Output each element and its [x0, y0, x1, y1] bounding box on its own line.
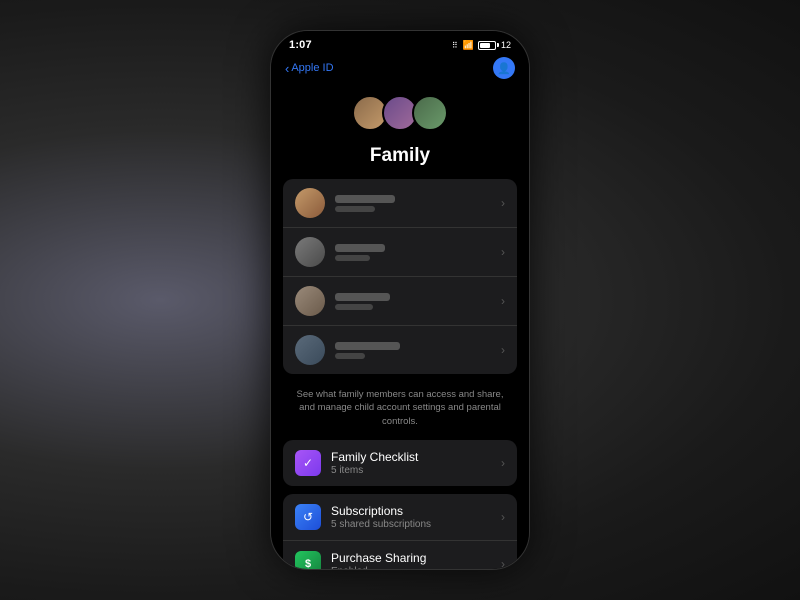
phone-frame: 1:07 ⠿ 📶 12 ‹ Apple ID 👤: [270, 30, 530, 570]
subscriptions-label: Subscriptions: [331, 504, 501, 518]
family-description: See what family members can access and s…: [271, 380, 529, 440]
member-name-1: [335, 195, 395, 203]
add-person-icon: 👤: [497, 62, 511, 75]
checklist-sublabel: 5 items: [331, 465, 501, 476]
checklist-icon-glyph: ✓: [303, 456, 313, 470]
member-row-3[interactable]: ›: [283, 277, 517, 326]
member-info-4: [335, 342, 501, 359]
back-label: Apple ID: [291, 62, 333, 74]
member-role-1: [335, 206, 375, 212]
avatar-3: [412, 95, 448, 131]
battery-level: 12: [501, 40, 511, 50]
wifi-icon: 📶: [463, 40, 474, 51]
purchase-sharing-icon-glyph: $: [305, 558, 311, 569]
chevron-icon-3: ›: [501, 294, 505, 308]
purchase-sharing-row[interactable]: $ Purchase Sharing Enabled ›: [283, 541, 517, 569]
checklist-chevron-icon: ›: [501, 456, 505, 470]
back-chevron-icon: ‹: [285, 61, 289, 76]
purchase-sharing-label: Purchase Sharing: [331, 551, 501, 565]
member-role-3: [335, 304, 373, 310]
member-row-4[interactable]: ›: [283, 326, 517, 374]
checklist-label-wrap: Family Checklist 5 items: [331, 450, 501, 476]
phone-screen: 1:07 ⠿ 📶 12 ‹ Apple ID 👤: [271, 31, 529, 569]
avatars-group: [352, 95, 448, 131]
member-avatar-1: [295, 188, 325, 218]
grid-icon: ⠿: [452, 41, 459, 50]
subscriptions-icon-glyph: ↺: [303, 510, 313, 524]
chevron-icon-1: ›: [501, 196, 505, 210]
members-section: › › ›: [283, 179, 517, 374]
member-avatar-3: [295, 286, 325, 316]
status-time: 1:07: [289, 39, 312, 51]
checklist-section: ✓ Family Checklist 5 items ›: [283, 440, 517, 486]
purchase-sharing-chevron-icon: ›: [501, 557, 505, 569]
status-icons: ⠿ 📶 12: [452, 40, 511, 51]
member-avatar-2: [295, 237, 325, 267]
battery-fill: [480, 43, 490, 48]
member-name-3: [335, 293, 390, 301]
chevron-icon-4: ›: [501, 343, 505, 357]
checklist-label: Family Checklist: [331, 450, 501, 464]
checklist-icon: ✓: [295, 450, 321, 476]
status-bar: 1:07 ⠿ 📶 12: [271, 31, 529, 53]
member-role-4: [335, 353, 365, 359]
subscriptions-label-wrap: Subscriptions 5 shared subscriptions: [331, 504, 501, 530]
back-button[interactable]: ‹ Apple ID: [285, 61, 334, 76]
page-title: Family: [271, 139, 529, 179]
chevron-icon-2: ›: [501, 245, 505, 259]
member-row[interactable]: ›: [283, 179, 517, 228]
subscriptions-chevron-icon: ›: [501, 510, 505, 524]
member-avatar-4: [295, 335, 325, 365]
subscriptions-sublabel: 5 shared subscriptions: [331, 519, 501, 530]
member-row-2[interactable]: ›: [283, 228, 517, 277]
member-role-2: [335, 255, 370, 261]
member-info-2: [335, 244, 501, 261]
nav-bar: ‹ Apple ID 👤: [271, 53, 529, 85]
purchase-sharing-label-wrap: Purchase Sharing Enabled: [331, 551, 501, 569]
family-checklist-row[interactable]: ✓ Family Checklist 5 items ›: [283, 440, 517, 486]
member-name-4: [335, 342, 400, 350]
scroll-content[interactable]: Family › ›: [271, 85, 529, 569]
member-info-3: [335, 293, 501, 310]
subscriptions-icon: ↺: [295, 504, 321, 530]
subscriptions-row[interactable]: ↺ Subscriptions 5 shared subscriptions ›: [283, 494, 517, 541]
purchase-sharing-icon: $: [295, 551, 321, 569]
member-info-1: [335, 195, 501, 212]
battery-icon: [478, 41, 496, 50]
family-avatars: [271, 85, 529, 139]
sharing-section: ↺ Subscriptions 5 shared subscriptions ›…: [283, 494, 517, 569]
purchase-sharing-sublabel: Enabled: [331, 566, 501, 569]
profile-icon-button[interactable]: 👤: [493, 57, 515, 79]
member-name-2: [335, 244, 385, 252]
